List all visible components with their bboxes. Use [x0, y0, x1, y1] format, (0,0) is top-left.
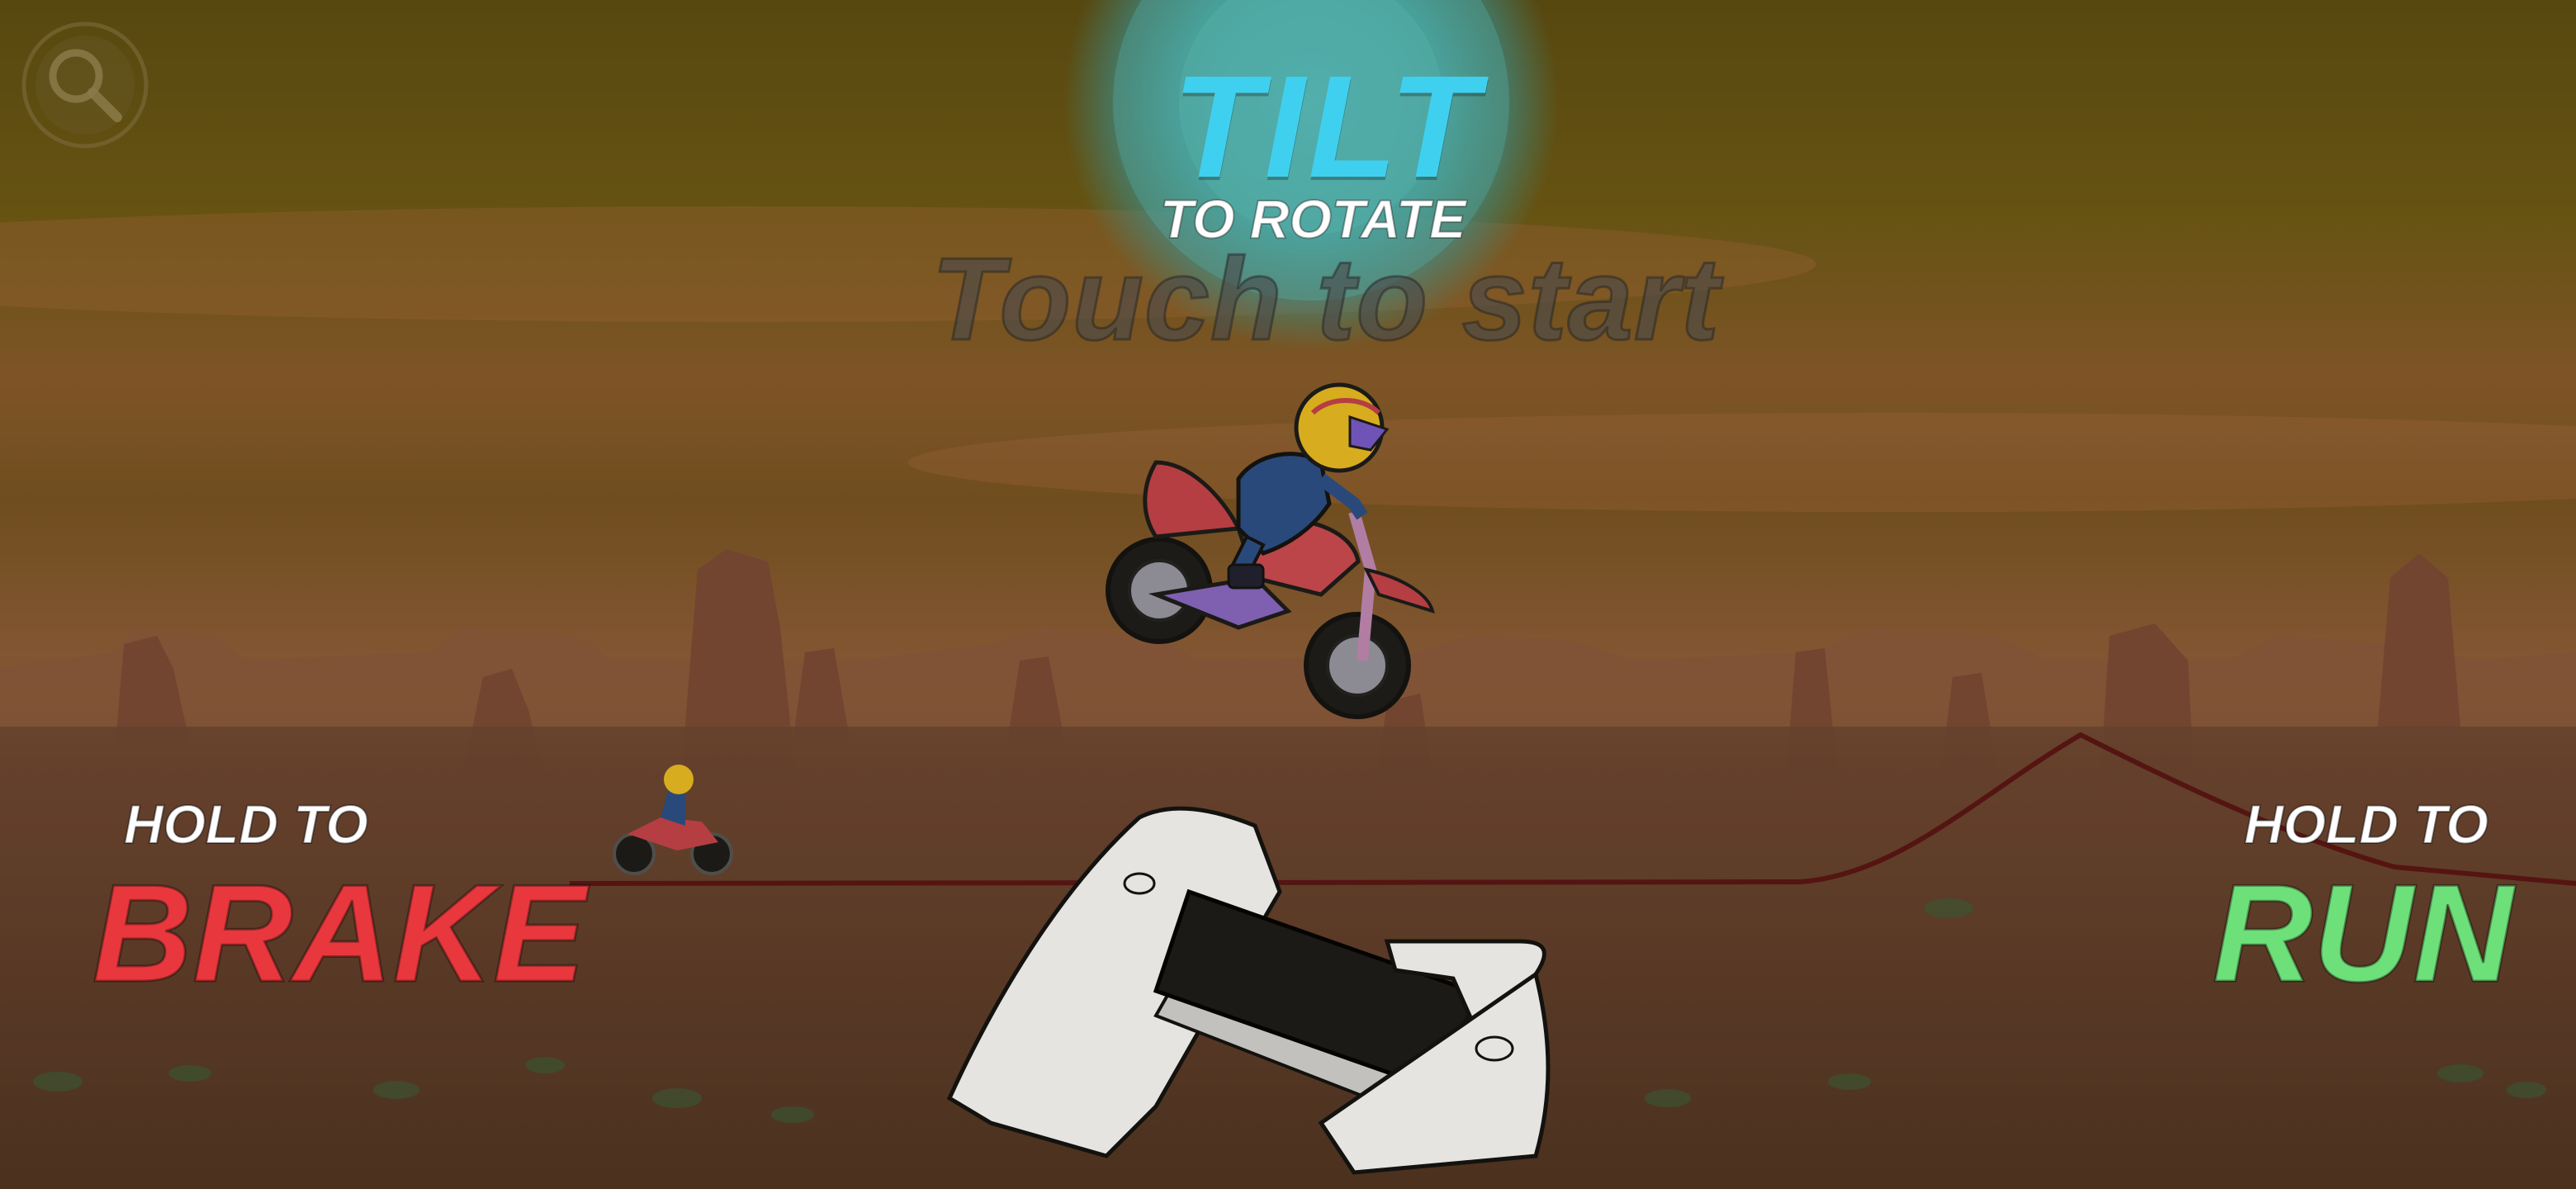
brake-hint: HOLD TO [123, 793, 369, 855]
game-screen[interactable]: TILT TO ROTATE Touch to start HOLD TO BR… [0, 0, 2576, 1189]
magnifier-icon [21, 21, 149, 149]
run-hint: HOLD TO [2243, 793, 2489, 855]
tilt-title: TILT [1172, 46, 1482, 208]
run-label[interactable]: RUN [2212, 863, 2515, 1004]
touch-to-start-prompt[interactable]: Touch to start [930, 239, 1720, 359]
zoom-button[interactable] [20, 20, 150, 150]
brake-label[interactable]: BRAKE [91, 863, 586, 1004]
